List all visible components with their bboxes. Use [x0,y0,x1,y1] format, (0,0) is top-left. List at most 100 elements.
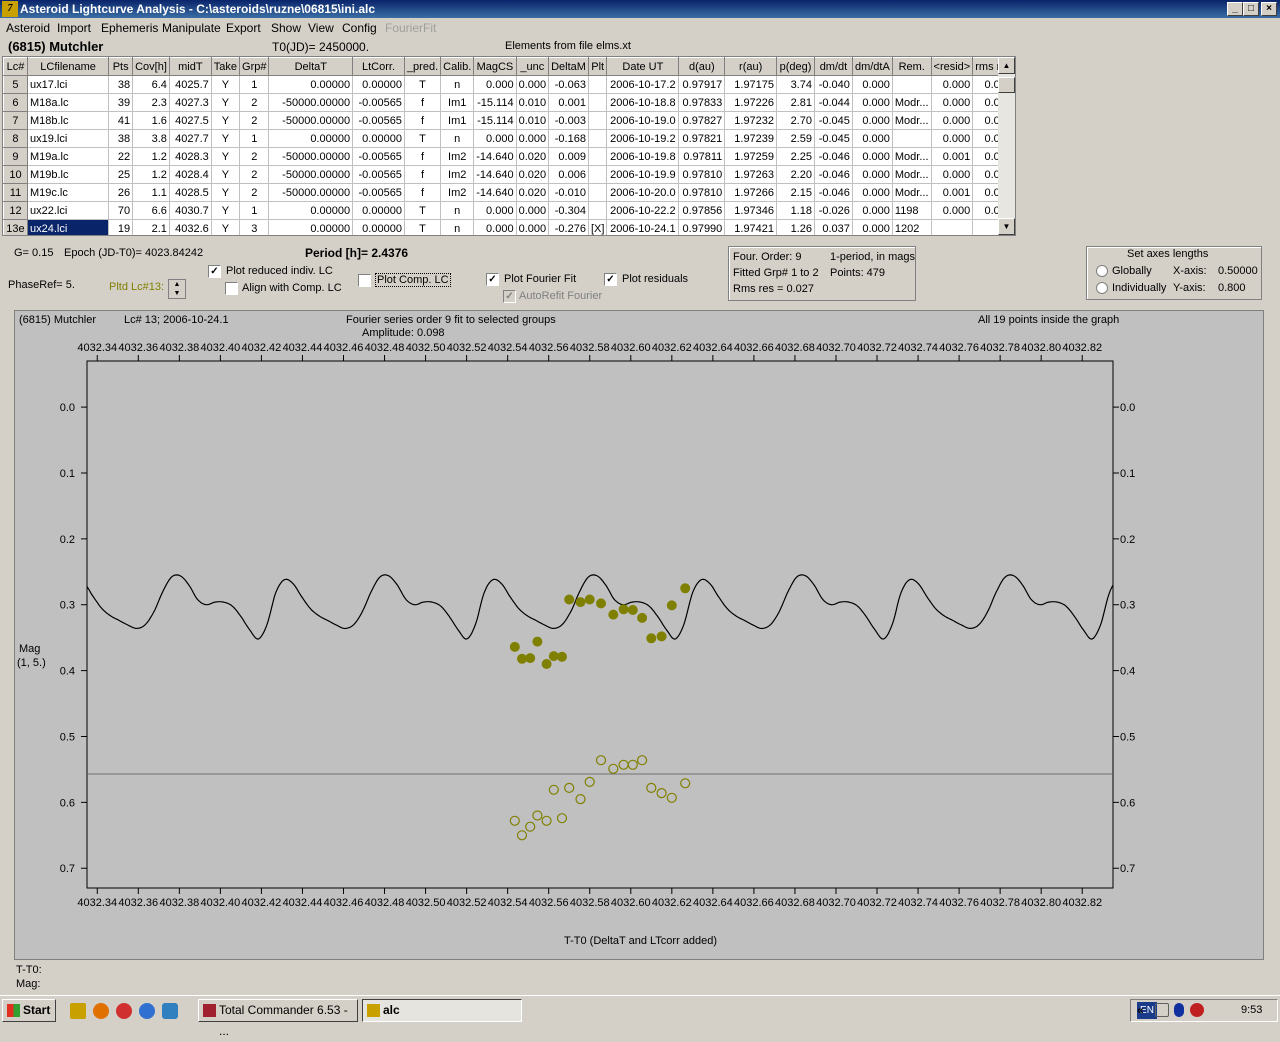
bluetooth-icon[interactable] [1174,1003,1184,1017]
table-cell[interactable]: 0.97810 [678,183,726,202]
table-row[interactable]: 11 M19c.lc 26 1.1 4028.5 Y 2 -50000.00000 -0.005… [3,183,1015,202]
table-cell[interactable]: 0.000 [931,201,974,220]
table-cell[interactable]: f [404,111,442,130]
table-cell[interactable]: 0.000 [516,75,550,94]
table-cell[interactable]: Im2 [440,165,475,184]
table-cell[interactable]: 4030.7 [169,201,212,220]
table-cell[interactable]: 4028.3 [169,147,212,166]
table-cell[interactable]: T [404,129,442,148]
column-header[interactable]: Take [210,57,241,76]
table-cell[interactable]: Y [211,93,241,112]
table-cell[interactable]: 0.97811 [678,147,726,166]
table-cell[interactable] [588,111,608,130]
table-cell[interactable]: 2.15 [776,183,815,202]
menu-manipulate[interactable]: Manipulate [162,21,221,35]
table-cell[interactable]: 0.000 [516,219,550,235]
table-cell[interactable]: 1.97346 [724,201,778,220]
explorer-icon[interactable] [162,1003,178,1019]
table-cell[interactable]: f [404,183,442,202]
table-cell[interactable]: -0.276 [548,219,589,235]
table-cell[interactable]: 2.81 [776,93,815,112]
column-header[interactable]: Calib. [440,57,475,76]
column-header[interactable]: Plt [587,57,608,76]
table-cell[interactable]: 0.000 [516,201,550,220]
table-cell[interactable]: 2006-10-19.2 [606,129,680,148]
menu-view[interactable]: View [308,21,334,35]
table-cell[interactable]: -0.00565 [352,183,405,202]
table-cell[interactable]: -0.00565 [352,147,405,166]
menu-asteroid[interactable]: Asteroid [6,21,50,35]
table-cell[interactable]: 9 [3,147,28,166]
table-cell[interactable]: M19a.lc [27,147,110,166]
table-cell[interactable]: 2.25 [776,147,815,166]
column-header[interactable]: p(deg) [776,57,815,76]
table-cell[interactable]: 2 [239,183,270,202]
table-cell[interactable]: Y [211,75,241,94]
table-cell[interactable]: -0.003 [548,111,589,130]
table-cell[interactable]: 0.97990 [678,219,726,235]
column-header[interactable]: LCfilename [26,57,110,76]
table-row[interactable]: 6 M18a.lc 39 2.3 4027.3 Y 2 -50000.00000 -0.0056… [3,93,1015,112]
table-cell[interactable]: 0.97810 [678,165,726,184]
table-cell[interactable]: Modr... [892,147,932,166]
table-cell[interactable]: 0.00000 [352,75,405,94]
table-cell[interactable]: 0.000 [852,111,893,130]
table-cell[interactable]: Im1 [440,93,475,112]
table-cell[interactable]: 0.00000 [268,129,354,148]
menu-show[interactable]: Show [271,21,301,35]
table-cell[interactable]: 6.4 [132,75,170,94]
plot-fourier-checkbox[interactable]: ✓ [486,273,499,286]
column-header[interactable]: _pred. [403,57,442,76]
column-header[interactable]: LtCorr. [352,57,405,76]
alc-app-icon[interactable] [70,1003,86,1019]
table-cell[interactable]: 4028.5 [169,183,212,202]
table-cell[interactable]: 0.000 [852,129,893,148]
table-cell[interactable] [588,183,608,202]
firefox-icon[interactable] [93,1003,109,1019]
table-cell[interactable]: 1.97239 [724,129,778,148]
table-cell[interactable]: 1.97421 [724,219,778,235]
table-cell[interactable]: -14.640 [473,165,517,184]
table-cell[interactable]: 0.006 [548,165,589,184]
table-cell[interactable]: 1.2 [132,165,170,184]
table-cell[interactable]: 2.20 [776,165,815,184]
table-cell[interactable]: 3 [239,219,270,235]
table-cell[interactable]: M19c.lc [27,183,110,202]
table-cell[interactable]: 1.26 [776,219,815,235]
table-cell[interactable]: -50000.00000 [268,165,354,184]
table-row[interactable]: 7 M18b.lc 41 1.6 4027.5 Y 2 -50000.00000 -0.0056… [3,111,1015,130]
table-cell[interactable]: 4027.5 [169,111,212,130]
table-row[interactable]: 9 M19a.lc 22 1.2 4028.3 Y 2 -50000.00000 -0.0056… [3,147,1015,166]
table-cell[interactable]: -0.063 [548,75,589,94]
table-cell[interactable]: 0.000 [931,165,974,184]
table-cell[interactable]: Y [211,183,241,202]
table-cell[interactable]: 4025.7 [169,75,212,94]
table-cell[interactable]: Y [211,219,241,235]
table-cell[interactable]: 0.010 [516,111,550,130]
column-header[interactable]: Lc# [3,57,28,76]
plot-canvas[interactable]: 4032.34 4032.36 4032.38 4032.40 4032.42 4032.… [15,311,1263,959]
table-cell[interactable]: T [404,75,442,94]
table-cell[interactable]: T [404,219,442,235]
table-cell[interactable]: -0.045 [814,111,853,130]
column-header[interactable]: Rem. [891,57,932,76]
table-cell[interactable]: 0.010 [516,93,550,112]
table-cell[interactable]: 2006-10-19.8 [606,147,680,166]
table-cell[interactable]: 6 [3,93,28,112]
table-cell[interactable]: n [440,129,475,148]
column-header[interactable]: <resid> [930,57,974,76]
table-cell[interactable]: Modr... [892,111,932,130]
plot-reduced-checkbox[interactable]: ✓ [208,265,221,278]
table-cell[interactable]: -50000.00000 [268,183,354,202]
table-cell[interactable]: -0.046 [814,147,853,166]
table-cell[interactable]: 0.020 [516,165,550,184]
table-cell[interactable]: 0.000 [931,75,974,94]
table-cell[interactable]: 3.8 [132,129,170,148]
tray-expand-icon[interactable]: « [1137,1003,1144,1017]
lightcurve-plot[interactable]: 4032.34 4032.36 4032.38 4032.40 4032.42 4032.… [14,310,1264,960]
table-cell[interactable]: 2006-10-24.1 [606,219,680,235]
column-header[interactable]: dm/dtA [851,57,893,76]
table-cell[interactable]: -14.640 [473,147,517,166]
table-cell[interactable] [588,147,608,166]
table-cell[interactable] [588,201,608,220]
